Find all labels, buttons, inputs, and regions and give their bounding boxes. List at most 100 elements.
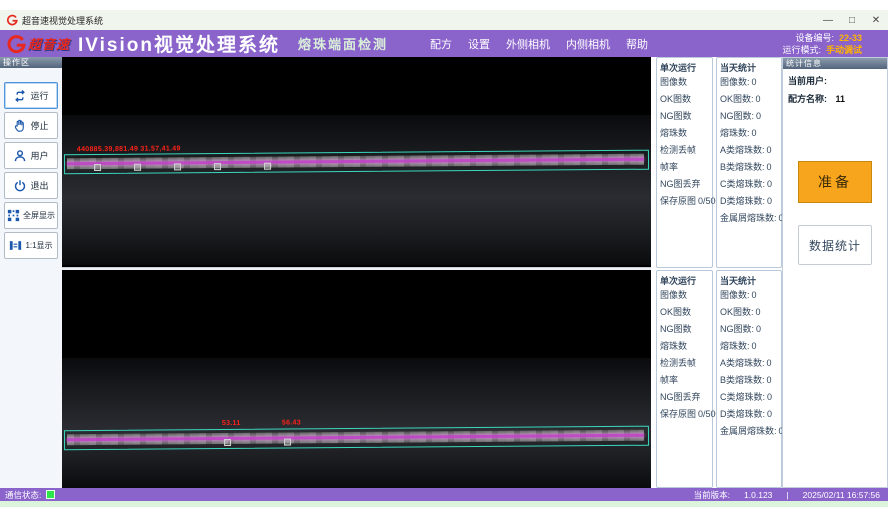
stat-row: 保存原图0/500 — [657, 193, 712, 210]
stop-button[interactable]: 停止 — [4, 112, 58, 139]
single-run-title: 单次运行 — [657, 58, 712, 74]
exit-button[interactable]: 退出 — [4, 172, 58, 199]
run-mode-row: 运行模式: 手动调试 — [782, 44, 862, 56]
status-datetime: 2025/02/11 16:57:56 — [803, 490, 880, 500]
stat-row: 图像数:0 — [717, 287, 781, 304]
device-number-label: 设备编号: — [795, 32, 834, 44]
brand-name: 超音速 — [28, 34, 70, 53]
comm-status-indicator — [46, 490, 55, 499]
stat-row: NG图数:0 — [717, 321, 781, 338]
power-icon — [13, 179, 27, 193]
menu-item[interactable]: 内侧相机 — [566, 36, 610, 52]
run-button[interactable]: 运行 — [4, 82, 58, 109]
stat-row: 帧率 — [657, 159, 712, 176]
measurement-label: 53.11 — [222, 420, 241, 427]
version-value: 1.0.123 — [744, 490, 772, 500]
user-button[interactable]: 用户 — [4, 142, 58, 169]
app-window: 超音速视觉处理系统 — □ ✕ 超音速 IVision视觉处理系统 熔珠端面检测… — [0, 0, 888, 522]
user-icon — [13, 149, 27, 163]
stat-row: 图像数 — [657, 287, 712, 304]
stat-row: C类熔珠数:0 — [717, 389, 781, 406]
run-button-label: 运行 — [30, 89, 48, 102]
statistics-info-title: 统计信息 — [783, 58, 887, 69]
prepare-button[interactable]: 准备 — [798, 161, 872, 203]
stat-row: D类熔珠数:0 — [717, 406, 781, 423]
current-user-row: 当前用户: — [783, 74, 887, 87]
stop-hand-icon — [13, 119, 27, 133]
device-number-value: 22-33 — [839, 32, 862, 44]
stat-row: NG图丢弃 — [657, 389, 712, 406]
stat-row: OK图数 — [657, 304, 712, 321]
device-info: 设备编号: 22-33 运行模式: 手动调试 — [782, 32, 862, 56]
brand-swirl-icon — [6, 34, 26, 54]
window-titlebar: 超音速视觉处理系统 — □ ✕ — [0, 10, 888, 31]
run-mode-label: 运行模式: — [782, 44, 821, 56]
run-mode-value: 手动调试 — [826, 44, 862, 56]
stat-row: NG图数 — [657, 108, 712, 125]
menu-item[interactable]: 帮助 — [626, 36, 648, 52]
single-run-group: 单次运行 图像数OK图数NG图数熔珠数检测丢帧帧率NG图丢弃保存原图0/500 — [656, 270, 713, 488]
outer-camera-view[interactable]: 440885.39,881.49 31.57,41.49 — [62, 57, 651, 267]
main-area: 操作区 运行 停止 用户 退出 — [0, 57, 888, 488]
detection-mark — [134, 164, 141, 171]
stat-row: 帧率 — [657, 372, 712, 389]
one-to-one-button[interactable]: 1:1显示 — [4, 232, 58, 259]
stat-row: 检测丢帧 — [657, 355, 712, 372]
operation-sidebar: 操作区 运行 停止 用户 退出 — [0, 57, 63, 488]
run-icon — [13, 89, 27, 103]
stat-row: 图像数:0 — [717, 74, 781, 91]
window-bottom-edge — [0, 501, 888, 507]
brand-swirl-icon — [6, 14, 18, 26]
stop-button-label: 停止 — [30, 119, 48, 132]
device-number-row: 设备编号: 22-33 — [795, 32, 862, 44]
status-bar: 通信状态: 当前版本: 1.0.123 | 2025/02/11 16:57:5… — [0, 488, 888, 501]
today-stats-group: 当天统计 图像数:0OK图数:0NG图数:0熔珠数:0A类熔珠数:0B类熔珠数:… — [716, 57, 782, 268]
operation-sidebar-title: 操作区 — [0, 57, 62, 68]
restore-button[interactable]: □ — [840, 10, 864, 30]
stat-row: A类熔珠数:0 — [717, 142, 781, 159]
menu-item[interactable]: 配方 — [430, 36, 452, 52]
detection-mark — [224, 439, 231, 446]
minimize-button[interactable]: — — [816, 10, 840, 30]
stat-row: B类熔珠数:0 — [717, 372, 781, 389]
fullscreen-button-label: 全屏显示 — [23, 210, 55, 221]
today-stats-group: 当天统计 图像数:0OK图数:0NG图数:0熔珠数:0A类熔珠数:0B类熔珠数:… — [716, 270, 782, 488]
camera-image — [62, 358, 651, 488]
close-button[interactable]: ✕ — [864, 10, 888, 30]
inner-camera-view[interactable]: 53.11 56.43 — [62, 270, 651, 488]
detection-mark — [174, 163, 181, 170]
menu-item[interactable]: 外侧相机 — [506, 36, 550, 52]
exit-button-label: 退出 — [30, 179, 48, 192]
status-bar-right: 当前版本: 1.0.123 | 2025/02/11 16:57:56 — [694, 489, 880, 501]
app-title: IVision视觉处理系统 — [78, 30, 280, 57]
stats-panel-outer: 单次运行 图像数OK图数NG图数熔珠数检测丢帧帧率NG图丢弃保存原图0/500 … — [656, 57, 780, 268]
statistics-area: 单次运行 图像数OK图数NG图数熔珠数检测丢帧帧率NG图丢弃保存原图0/500 … — [656, 57, 780, 488]
one-to-one-icon — [9, 239, 22, 252]
fullscreen-button[interactable]: 全屏显示 — [4, 202, 58, 229]
stat-row: A类熔珠数:0 — [717, 355, 781, 372]
app-subtitle: 熔珠端面检测 — [298, 34, 388, 53]
operation-buttons: 运行 停止 用户 退出 全屏显示 — [0, 82, 62, 259]
statistics-info-panel: 统计信息 当前用户: 配方名称: 11 准备 数据统计 — [782, 57, 888, 488]
stat-row: 保存原图0/500 — [657, 406, 712, 423]
detection-mark — [264, 163, 271, 170]
current-user-label: 当前用户: — [788, 76, 827, 86]
stat-row: 金属屑熔珠数:0 — [717, 423, 781, 440]
measurement-label: 56.43 — [282, 419, 301, 426]
data-statistics-button[interactable]: 数据统计 — [798, 225, 872, 265]
detection-mark — [94, 164, 101, 171]
stat-row: OK图数:0 — [717, 91, 781, 108]
stat-row: 熔珠数:0 — [717, 125, 781, 142]
single-run-title: 单次运行 — [657, 271, 712, 287]
stat-row: C类熔珠数:0 — [717, 176, 781, 193]
menu-item[interactable]: 设置 — [468, 36, 490, 52]
measurement-annotation: 440885.39,881.49 31.57,41.49 — [77, 145, 181, 153]
version-label: 当前版本: — [694, 489, 730, 501]
recipe-name-value: 11 — [836, 94, 846, 104]
stat-row: 金属屑熔珠数:0 — [717, 210, 781, 227]
app-header: 超音速 IVision视觉处理系统 熔珠端面检测 配方设置外侧相机内侧相机帮助 … — [0, 30, 888, 57]
user-button-label: 用户 — [30, 149, 48, 162]
stat-row: OK图数 — [657, 91, 712, 108]
status-separator: | — [786, 490, 788, 500]
today-stats-title: 当天统计 — [717, 271, 781, 287]
